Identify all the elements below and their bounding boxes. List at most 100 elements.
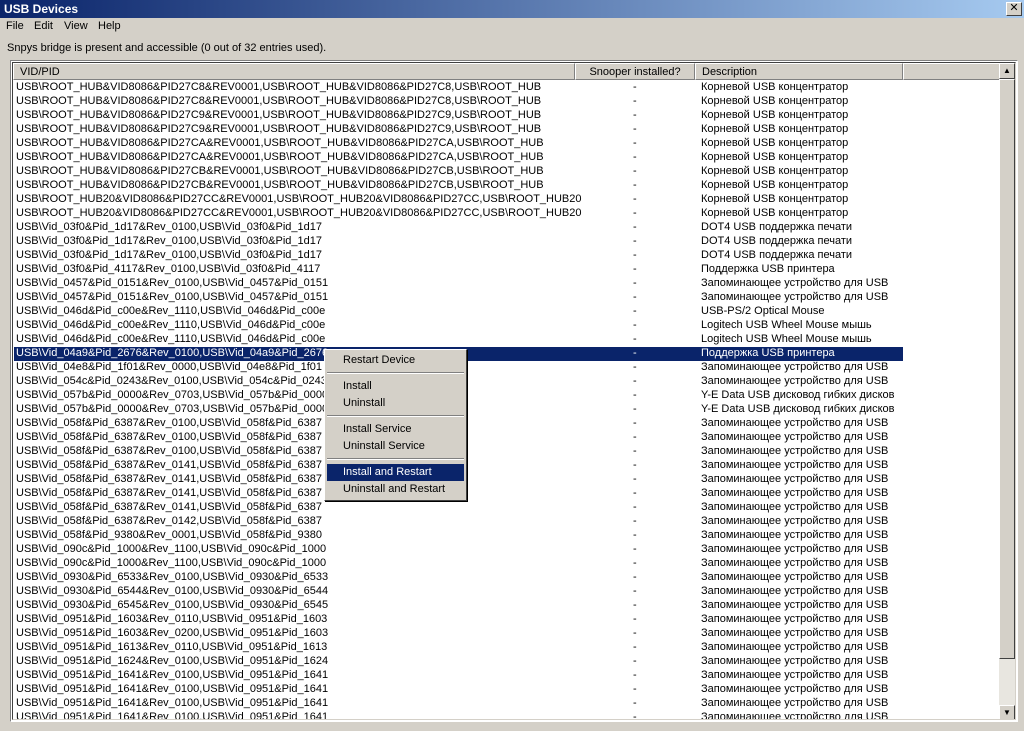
cell-vidpid: USB\Vid_0951&Pid_1641&Rev_0100,USB\Vid_0… [16, 683, 329, 695]
cell-vidpid: USB\Vid_0951&Pid_1603&Rev_0110,USB\Vid_0… [16, 613, 328, 625]
table-row[interactable]: USB\Vid_058f&Pid_6387&Rev_0141,USB\Vid_0… [13, 459, 1003, 473]
cell-snooper: - [633, 473, 637, 485]
menu-view[interactable]: View [64, 20, 88, 32]
cell-snooper: - [633, 235, 637, 247]
cell-snooper: - [633, 445, 637, 457]
table-row[interactable]: USB\Vid_090c&Pid_1000&Rev_1100,USB\Vid_0… [13, 543, 1003, 557]
table-row[interactable]: USB\Vid_0951&Pid_1603&Rev_0110,USB\Vid_0… [13, 613, 1003, 627]
table-row[interactable]: USB\ROOT_HUB&VID8086&PID27C9&REV0001,USB… [13, 123, 1003, 137]
close-button[interactable]: ✕ [1006, 2, 1022, 16]
table-row[interactable]: USB\Vid_0951&Pid_1603&Rev_0200,USB\Vid_0… [13, 627, 1003, 641]
table-row[interactable]: USB\ROOT_HUB&VID8086&PID27C9&REV0001,USB… [13, 109, 1003, 123]
table-row-selected[interactable]: USB\Vid_04a9&Pid_2676&Rev_0100,USB\Vid_0… [13, 347, 1003, 361]
table-row[interactable]: USB\Vid_058f&Pid_9380&Rev_0001,USB\Vid_0… [13, 529, 1003, 543]
table-row[interactable]: USB\Vid_0951&Pid_1641&Rev_0100,USB\Vid_0… [13, 669, 1003, 683]
menu-edit[interactable]: Edit [34, 20, 53, 32]
menu-separator [327, 415, 464, 417]
table-row[interactable]: USB\Vid_046d&Pid_c00e&Rev_1110,USB\Vid_0… [13, 333, 1003, 347]
table-row[interactable]: USB\Vid_0951&Pid_1624&Rev_0100,USB\Vid_0… [13, 655, 1003, 669]
menu-file[interactable]: File [6, 20, 24, 32]
cell-snooper: - [633, 711, 637, 720]
table-row[interactable]: USB\Vid_03f0&Pid_1d17&Rev_0100,USB\Vid_0… [13, 221, 1003, 235]
vertical-scrollbar[interactable]: ▲ ▼ [999, 63, 1015, 719]
table-row[interactable]: USB\ROOT_HUB20&VID8086&PID27CC&REV0001,U… [13, 193, 1003, 207]
table-row[interactable]: USB\ROOT_HUB&VID8086&PID27CB&REV0001,USB… [13, 179, 1003, 193]
table-row[interactable]: USB\ROOT_HUB&VID8086&PID27C8&REV0001,USB… [13, 81, 1003, 95]
column-header-filler [903, 63, 1003, 80]
cell-vidpid: USB\ROOT_HUB&VID8086&PID27CB&REV0001,USB… [16, 179, 544, 191]
table-row[interactable]: USB\Vid_058f&Pid_6387&Rev_0141,USB\Vid_0… [13, 501, 1003, 515]
table-row[interactable]: USB\Vid_03f0&Pid_1d17&Rev_0100,USB\Vid_0… [13, 235, 1003, 249]
table-row[interactable]: USB\Vid_04e8&Pid_1f01&Rev_0000,USB\Vid_0… [13, 361, 1003, 375]
table-row[interactable]: USB\Vid_03f0&Pid_4117&Rev_0100,USB\Vid_0… [13, 263, 1003, 277]
table-row[interactable]: USB\Vid_057b&Pid_0000&Rev_0703,USB\Vid_0… [13, 389, 1003, 403]
menu-item-uninstall[interactable]: Uninstall [327, 395, 464, 412]
table-row[interactable]: USB\ROOT_HUB&VID8086&PID27CB&REV0001,USB… [13, 165, 1003, 179]
table-row[interactable]: USB\Vid_054c&Pid_0243&Rev_0100,USB\Vid_0… [13, 375, 1003, 389]
table-row[interactable]: USB\Vid_0951&Pid_1613&Rev_0110,USB\Vid_0… [13, 641, 1003, 655]
scroll-thumb[interactable] [999, 79, 1015, 659]
cell-description: Запоминающее устройство для USB [701, 515, 889, 527]
table-row[interactable]: USB\Vid_058f&Pid_6387&Rev_0141,USB\Vid_0… [13, 487, 1003, 501]
table-row[interactable]: USB\ROOT_HUB&VID8086&PID27C8&REV0001,USB… [13, 95, 1003, 109]
cell-snooper: - [633, 613, 637, 625]
cell-snooper: - [633, 305, 637, 317]
cell-description: Корневой USB концентратор [701, 81, 849, 93]
table-row[interactable]: USB\Vid_058f&Pid_6387&Rev_0141,USB\Vid_0… [13, 473, 1003, 487]
cell-description: Запоминающее устройство для USB [701, 613, 889, 625]
cell-snooper: - [633, 333, 637, 345]
cell-description: Запоминающее устройство для USB [701, 697, 889, 709]
menu-help[interactable]: Help [98, 20, 121, 32]
table-row[interactable]: USB\ROOT_HUB&VID8086&PID27CA&REV0001,USB… [13, 137, 1003, 151]
table-row[interactable]: USB\ROOT_HUB&VID8086&PID27CA&REV0001,USB… [13, 151, 1003, 165]
table-row[interactable]: USB\Vid_0951&Pid_1641&Rev_0100,USB\Vid_0… [13, 711, 1003, 720]
table-row[interactable]: USB\ROOT_HUB20&VID8086&PID27CC&REV0001,U… [13, 207, 1003, 221]
table-row[interactable]: USB\Vid_03f0&Pid_1d17&Rev_0100,USB\Vid_0… [13, 249, 1003, 263]
cell-description: Корневой USB концентратор [701, 193, 849, 205]
table-row[interactable]: USB\Vid_046d&Pid_c00e&Rev_1110,USB\Vid_0… [13, 305, 1003, 319]
table-row[interactable]: USB\Vid_058f&Pid_6387&Rev_0100,USB\Vid_0… [13, 445, 1003, 459]
cell-snooper: - [633, 669, 637, 681]
table-row[interactable]: USB\Vid_0457&Pid_0151&Rev_0100,USB\Vid_0… [13, 277, 1003, 291]
cell-description: Запоминающее устройство для USB [701, 375, 889, 387]
cell-description: Корневой USB концентратор [701, 151, 849, 163]
cell-vidpid: USB\ROOT_HUB&VID8086&PID27C8&REV0001,USB… [16, 81, 542, 93]
table-row[interactable]: USB\Vid_057b&Pid_0000&Rev_0703,USB\Vid_0… [13, 403, 1003, 417]
cell-vidpid: USB\Vid_046d&Pid_c00e&Rev_1110,USB\Vid_0… [16, 305, 326, 317]
cell-description: Запоминающее устройство для USB [701, 417, 889, 429]
menu-item-install-service[interactable]: Install Service [327, 421, 464, 438]
cell-snooper: - [633, 501, 637, 513]
table-row[interactable]: USB\Vid_058f&Pid_6387&Rev_0100,USB\Vid_0… [13, 417, 1003, 431]
table-row[interactable]: USB\Vid_0930&Pid_6545&Rev_0100,USB\Vid_0… [13, 599, 1003, 613]
cell-vidpid: USB\Vid_0930&Pid_6533&Rev_0100,USB\Vid_0… [16, 571, 329, 583]
cell-vidpid: USB\Vid_058f&Pid_6387&Rev_0142,USB\Vid_0… [16, 515, 322, 527]
title-bar: USB Devices ✕ [0, 0, 1024, 18]
scroll-up-button[interactable]: ▲ [999, 63, 1015, 79]
column-header-snooper[interactable]: Snooper installed? [575, 63, 695, 80]
menu-item-uninstall-and-restart[interactable]: Uninstall and Restart [327, 481, 464, 498]
column-header-description[interactable]: Description [695, 63, 903, 80]
scroll-down-button[interactable]: ▼ [999, 705, 1015, 719]
table-row[interactable]: USB\Vid_090c&Pid_1000&Rev_1100,USB\Vid_0… [13, 557, 1003, 571]
menu-item-uninstall-service[interactable]: Uninstall Service [327, 438, 464, 455]
table-row[interactable]: USB\Vid_058f&Pid_6387&Rev_0142,USB\Vid_0… [13, 515, 1003, 529]
menu-item-install[interactable]: Install [327, 378, 464, 395]
table-row[interactable]: USB\Vid_0930&Pid_6544&Rev_0100,USB\Vid_0… [13, 585, 1003, 599]
cell-description: Поддержка USB принтера [701, 347, 835, 359]
window-title: USB Devices [4, 2, 79, 16]
table-row[interactable]: USB\Vid_0457&Pid_0151&Rev_0100,USB\Vid_0… [13, 291, 1003, 305]
cell-vidpid: USB\Vid_090c&Pid_1000&Rev_1100,USB\Vid_0… [16, 543, 327, 555]
device-list[interactable]: VID/PID Snooper installed? Description U… [10, 60, 1018, 722]
table-row[interactable]: USB\Vid_046d&Pid_c00e&Rev_1110,USB\Vid_0… [13, 319, 1003, 333]
table-row[interactable]: USB\Vid_0951&Pid_1641&Rev_0100,USB\Vid_0… [13, 683, 1003, 697]
cell-snooper: - [633, 109, 637, 121]
table-row[interactable]: USB\Vid_0951&Pid_1641&Rev_0100,USB\Vid_0… [13, 697, 1003, 711]
cell-vidpid: USB\Vid_058f&Pid_6387&Rev_0100,USB\Vid_0… [16, 431, 322, 443]
cell-snooper: - [633, 515, 637, 527]
menu-item-install-and-restart[interactable]: Install and Restart [327, 464, 464, 481]
table-row[interactable]: USB\Vid_058f&Pid_6387&Rev_0100,USB\Vid_0… [13, 431, 1003, 445]
menu-item-restart-device[interactable]: Restart Device [327, 352, 464, 369]
cell-description: Запоминающее устройство для USB [701, 501, 889, 513]
table-row[interactable]: USB\Vid_0930&Pid_6533&Rev_0100,USB\Vid_0… [13, 571, 1003, 585]
column-header-vidpid[interactable]: VID/PID [13, 63, 575, 80]
